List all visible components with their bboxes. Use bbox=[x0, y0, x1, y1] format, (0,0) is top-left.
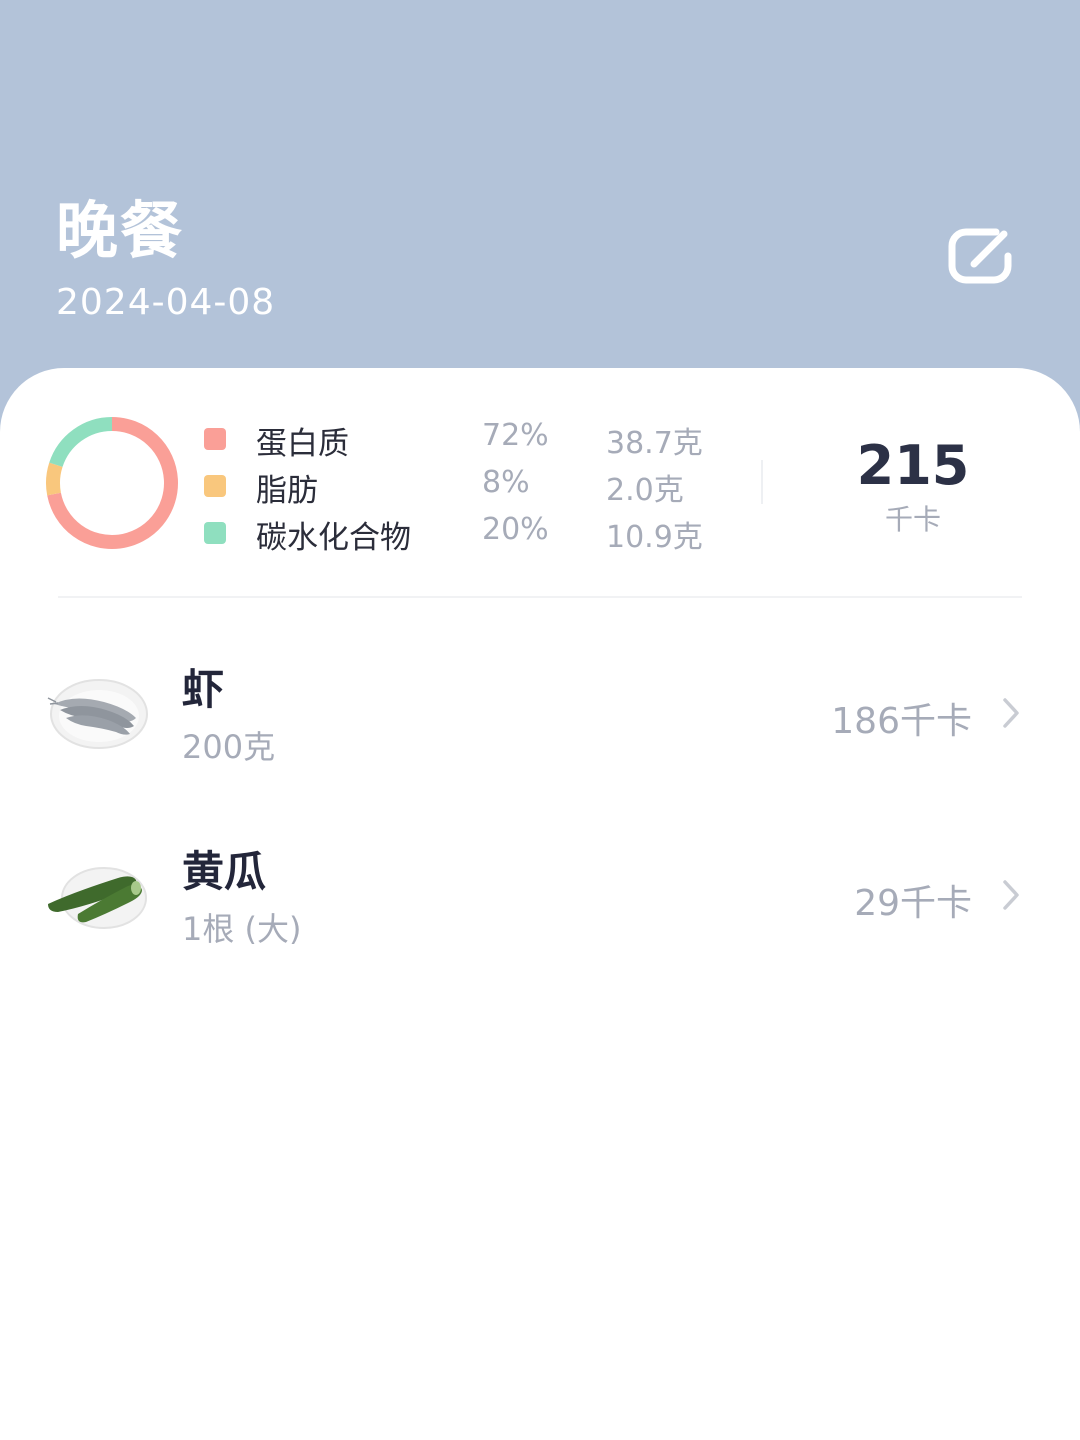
food-amount: 200克 bbox=[182, 728, 276, 766]
macro-percent: 8% bbox=[482, 465, 530, 500]
carbs-arc bbox=[49, 417, 113, 468]
macro-amount: 10.9克 bbox=[606, 520, 703, 555]
carbs-color-swatch bbox=[204, 522, 226, 544]
edit-button[interactable] bbox=[944, 218, 1018, 292]
chevron-right-icon bbox=[1003, 698, 1019, 728]
macro-name: 脂肪 bbox=[256, 473, 318, 509]
macro-name: 蛋白质 bbox=[256, 426, 349, 462]
meal-detail-card: 蛋白质 72% 38.7克 脂肪 8% 2.0克 碳水化合物 20% 10.9克… bbox=[0, 368, 1080, 1440]
fat-arc bbox=[46, 462, 63, 496]
macro-amount: 2.0克 bbox=[606, 473, 684, 508]
food-calories: 29千卡 bbox=[854, 883, 972, 924]
food-item-cucumber[interactable]: 黄瓜 1根 (大) 29千卡 bbox=[0, 838, 1080, 978]
vertical-divider bbox=[761, 460, 763, 504]
food-amount: 1根 (大) bbox=[182, 910, 302, 948]
food-name: 虾 bbox=[182, 665, 225, 714]
macro-percent: 20% bbox=[482, 512, 549, 547]
meal-header: 晚餐 2024-04-08 bbox=[0, 0, 1080, 400]
total-calories: 215 bbox=[856, 434, 970, 497]
chevron-right-icon bbox=[1003, 880, 1019, 910]
protein-color-swatch bbox=[204, 428, 226, 450]
food-name: 黄瓜 bbox=[182, 847, 267, 896]
meal-date: 2024-04-08 bbox=[56, 282, 276, 323]
food-item-shrimp[interactable]: 虾 200克 186千卡 bbox=[0, 656, 1080, 796]
edit-icon bbox=[948, 228, 1012, 284]
macro-donut-chart bbox=[46, 417, 178, 549]
food-calories: 186千卡 bbox=[831, 701, 972, 742]
calories-unit: 千卡 bbox=[884, 503, 941, 536]
macro-name: 碳水化合物 bbox=[256, 520, 411, 556]
macro-amount: 38.7克 bbox=[606, 426, 703, 461]
shrimp-plate-icon bbox=[47, 679, 148, 749]
fat-color-swatch bbox=[204, 475, 226, 497]
page-title: 晚餐 bbox=[56, 194, 185, 267]
macro-percent: 72% bbox=[482, 418, 549, 453]
section-divider bbox=[58, 596, 1022, 598]
cucumber-plate-icon bbox=[48, 867, 147, 929]
